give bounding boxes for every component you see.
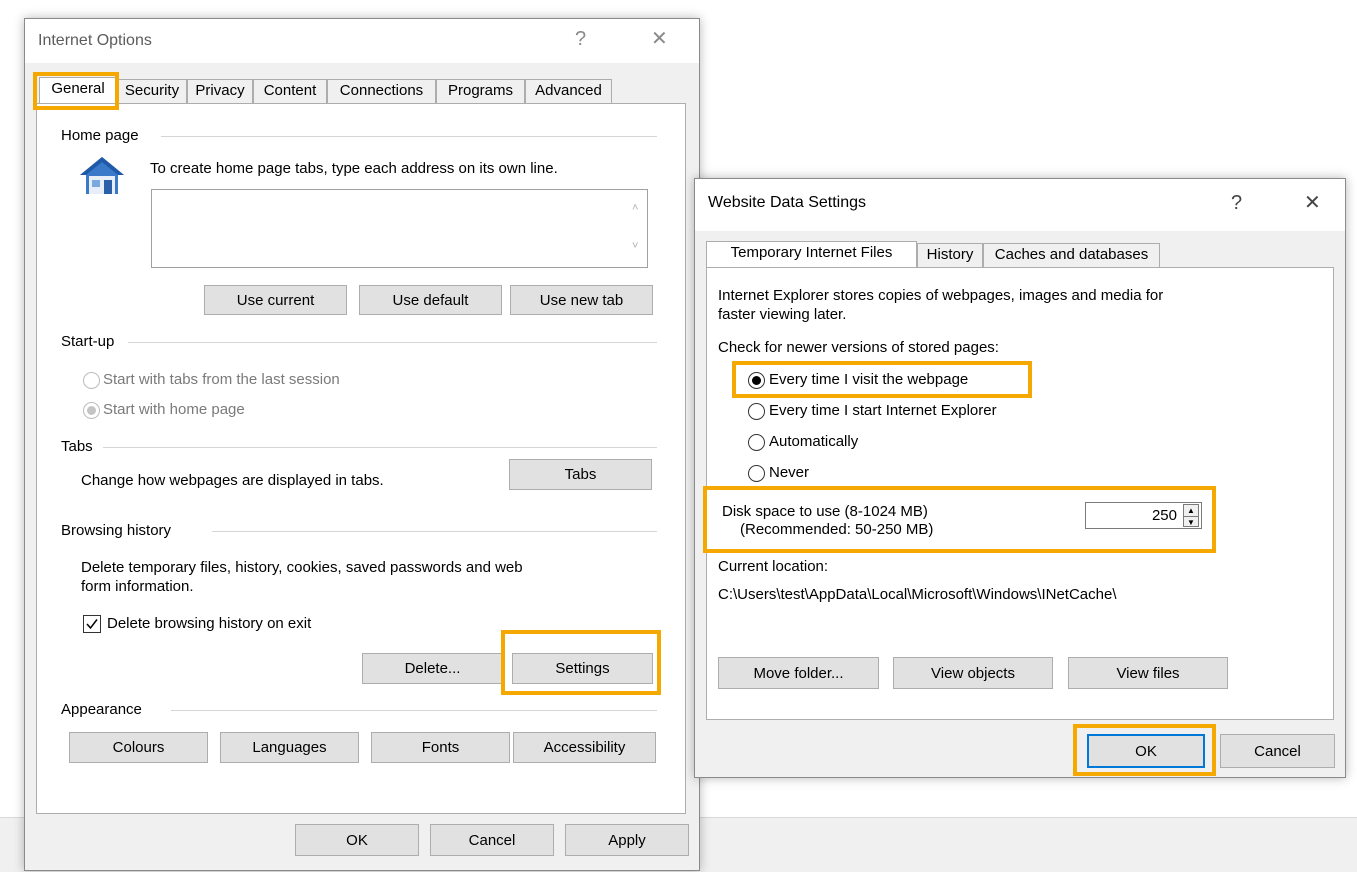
- checkmark-icon: [86, 619, 98, 630]
- colours-button[interactable]: Colours: [69, 732, 208, 763]
- tab-general[interactable]: General: [39, 77, 117, 103]
- current-location-label: Current location:: [718, 558, 829, 575]
- close-icon[interactable]: ✕: [1304, 191, 1321, 215]
- automatically-radio[interactable]: [748, 434, 765, 451]
- intro-line1: Internet Explorer stores copies of webpa…: [718, 287, 1164, 304]
- delete-on-exit-label: Delete browsing history on exit: [107, 615, 312, 632]
- home-page-group-label: Home page: [61, 127, 139, 144]
- general-tab-panel: Home page To create home page tabs, type…: [36, 103, 686, 814]
- current-location-path: C:\Users\test\AppData\Local\Microsoft\Wi…: [718, 586, 1117, 603]
- startup-home-page-label: Start with home page: [103, 401, 245, 418]
- languages-button[interactable]: Languages: [220, 732, 359, 763]
- website-data-ok-button[interactable]: OK: [1087, 734, 1205, 768]
- internet-options-ok-button[interactable]: OK: [295, 824, 419, 856]
- tabs-group-description: Change how webpages are displayed in tab…: [81, 472, 384, 489]
- browsing-history-description-line2: form information.: [81, 578, 194, 595]
- every-start-label: Every time I start Internet Explorer: [769, 402, 997, 419]
- every-start-radio[interactable]: [748, 403, 765, 420]
- website-data-settings-dialog: Website Data Settings ? ✕ Temporary Inte…: [694, 178, 1346, 778]
- use-new-tab-button[interactable]: Use new tab: [510, 285, 653, 315]
- internet-options-apply-button[interactable]: Apply: [565, 824, 689, 856]
- close-icon[interactable]: ✕: [651, 27, 668, 51]
- startup-group-label: Start-up: [61, 333, 115, 350]
- tabs-group-label: Tabs: [61, 438, 93, 455]
- delete-button[interactable]: Delete...: [362, 653, 503, 684]
- website-data-settings-tabs: Temporary Internet Files History Caches …: [706, 241, 1166, 267]
- home-page-group-line: [161, 136, 657, 137]
- website-data-settings-titlebar: Website Data Settings ? ✕: [695, 179, 1345, 231]
- automatically-label: Automatically: [769, 433, 859, 450]
- fonts-button[interactable]: Fonts: [371, 732, 510, 763]
- tab-content[interactable]: Content: [253, 79, 327, 103]
- spin-down-icon[interactable]: ▼: [1184, 516, 1198, 528]
- tab-temporary-internet-files[interactable]: Temporary Internet Files: [706, 241, 917, 267]
- view-files-button[interactable]: View files: [1068, 657, 1228, 689]
- tab-connections[interactable]: Connections: [327, 79, 436, 103]
- startup-group-line: [128, 342, 657, 343]
- tabs-button[interactable]: Tabs: [509, 459, 652, 490]
- never-radio[interactable]: [748, 465, 765, 482]
- internet-options-title: Internet Options: [38, 32, 152, 49]
- home-page-address-input[interactable]: ˄ ˅: [151, 189, 648, 268]
- help-icon[interactable]: ?: [1231, 191, 1242, 215]
- startup-home-page-radio[interactable]: [83, 402, 100, 419]
- tab-caches-and-databases[interactable]: Caches and databases: [983, 243, 1160, 267]
- use-current-button[interactable]: Use current: [204, 285, 347, 315]
- intro-line2: faster viewing later.: [718, 306, 847, 323]
- browsing-history-description-line1: Delete temporary files, history, cookies…: [81, 559, 523, 576]
- website-data-cancel-button[interactable]: Cancel: [1220, 734, 1335, 768]
- browsing-history-group-label: Browsing history: [61, 522, 172, 539]
- chevron-up-icon[interactable]: ˄: [632, 202, 638, 214]
- tab-advanced[interactable]: Advanced: [525, 79, 612, 103]
- never-label: Never: [769, 464, 810, 481]
- address-scrollbar[interactable]: ˄ ˅: [628, 190, 647, 267]
- view-objects-button[interactable]: View objects: [893, 657, 1053, 689]
- radio-selected-dot: [87, 406, 96, 415]
- delete-on-exit-checkbox[interactable]: [83, 615, 101, 633]
- appearance-group-label: Appearance: [61, 701, 142, 718]
- tab-programs[interactable]: Programs: [436, 79, 525, 103]
- tab-history[interactable]: History: [917, 243, 983, 267]
- every-visit-radio[interactable]: [748, 372, 765, 389]
- tab-security[interactable]: Security: [117, 79, 187, 103]
- website-data-settings-title: Website Data Settings: [708, 194, 867, 211]
- check-newer-label: Check for newer versions of stored pages…: [718, 339, 999, 356]
- internet-options-dialog: Internet Options ? ✕ General Security Pr…: [24, 18, 700, 871]
- spin-up-icon[interactable]: ▲: [1184, 505, 1198, 516]
- internet-options-tabs: General Security Privacy Content Connect…: [39, 77, 619, 103]
- internet-options-titlebar: Internet Options ? ✕: [25, 19, 699, 63]
- appearance-group-line: [171, 710, 657, 711]
- use-default-button[interactable]: Use default: [359, 285, 502, 315]
- move-folder-button[interactable]: Move folder...: [718, 657, 879, 689]
- chevron-down-icon[interactable]: ˅: [632, 240, 638, 252]
- browsing-history-group-line: [212, 531, 657, 532]
- every-visit-label: Every time I visit the webpage: [769, 371, 969, 388]
- startup-last-session-radio[interactable]: [83, 372, 100, 389]
- disk-space-label: Disk space to use (8-1024 MB): [722, 503, 928, 520]
- startup-last-session-label: Start with tabs from the last session: [103, 371, 340, 388]
- temporary-files-panel: Internet Explorer stores copies of webpa…: [706, 267, 1334, 720]
- accessibility-button[interactable]: Accessibility: [513, 732, 656, 763]
- tabs-group-line: [103, 447, 657, 448]
- house-icon: [77, 154, 127, 198]
- disk-space-spinner[interactable]: ▲ ▼: [1183, 504, 1199, 527]
- disk-space-recommended: (Recommended: 50-250 MB): [740, 521, 934, 538]
- tab-privacy[interactable]: Privacy: [187, 79, 253, 103]
- internet-options-cancel-button[interactable]: Cancel: [430, 824, 554, 856]
- radio-selected-dot: [752, 376, 761, 385]
- help-icon[interactable]: ?: [575, 27, 586, 51]
- settings-button[interactable]: Settings: [512, 653, 653, 684]
- home-page-description: To create home page tabs, type each addr…: [150, 160, 558, 177]
